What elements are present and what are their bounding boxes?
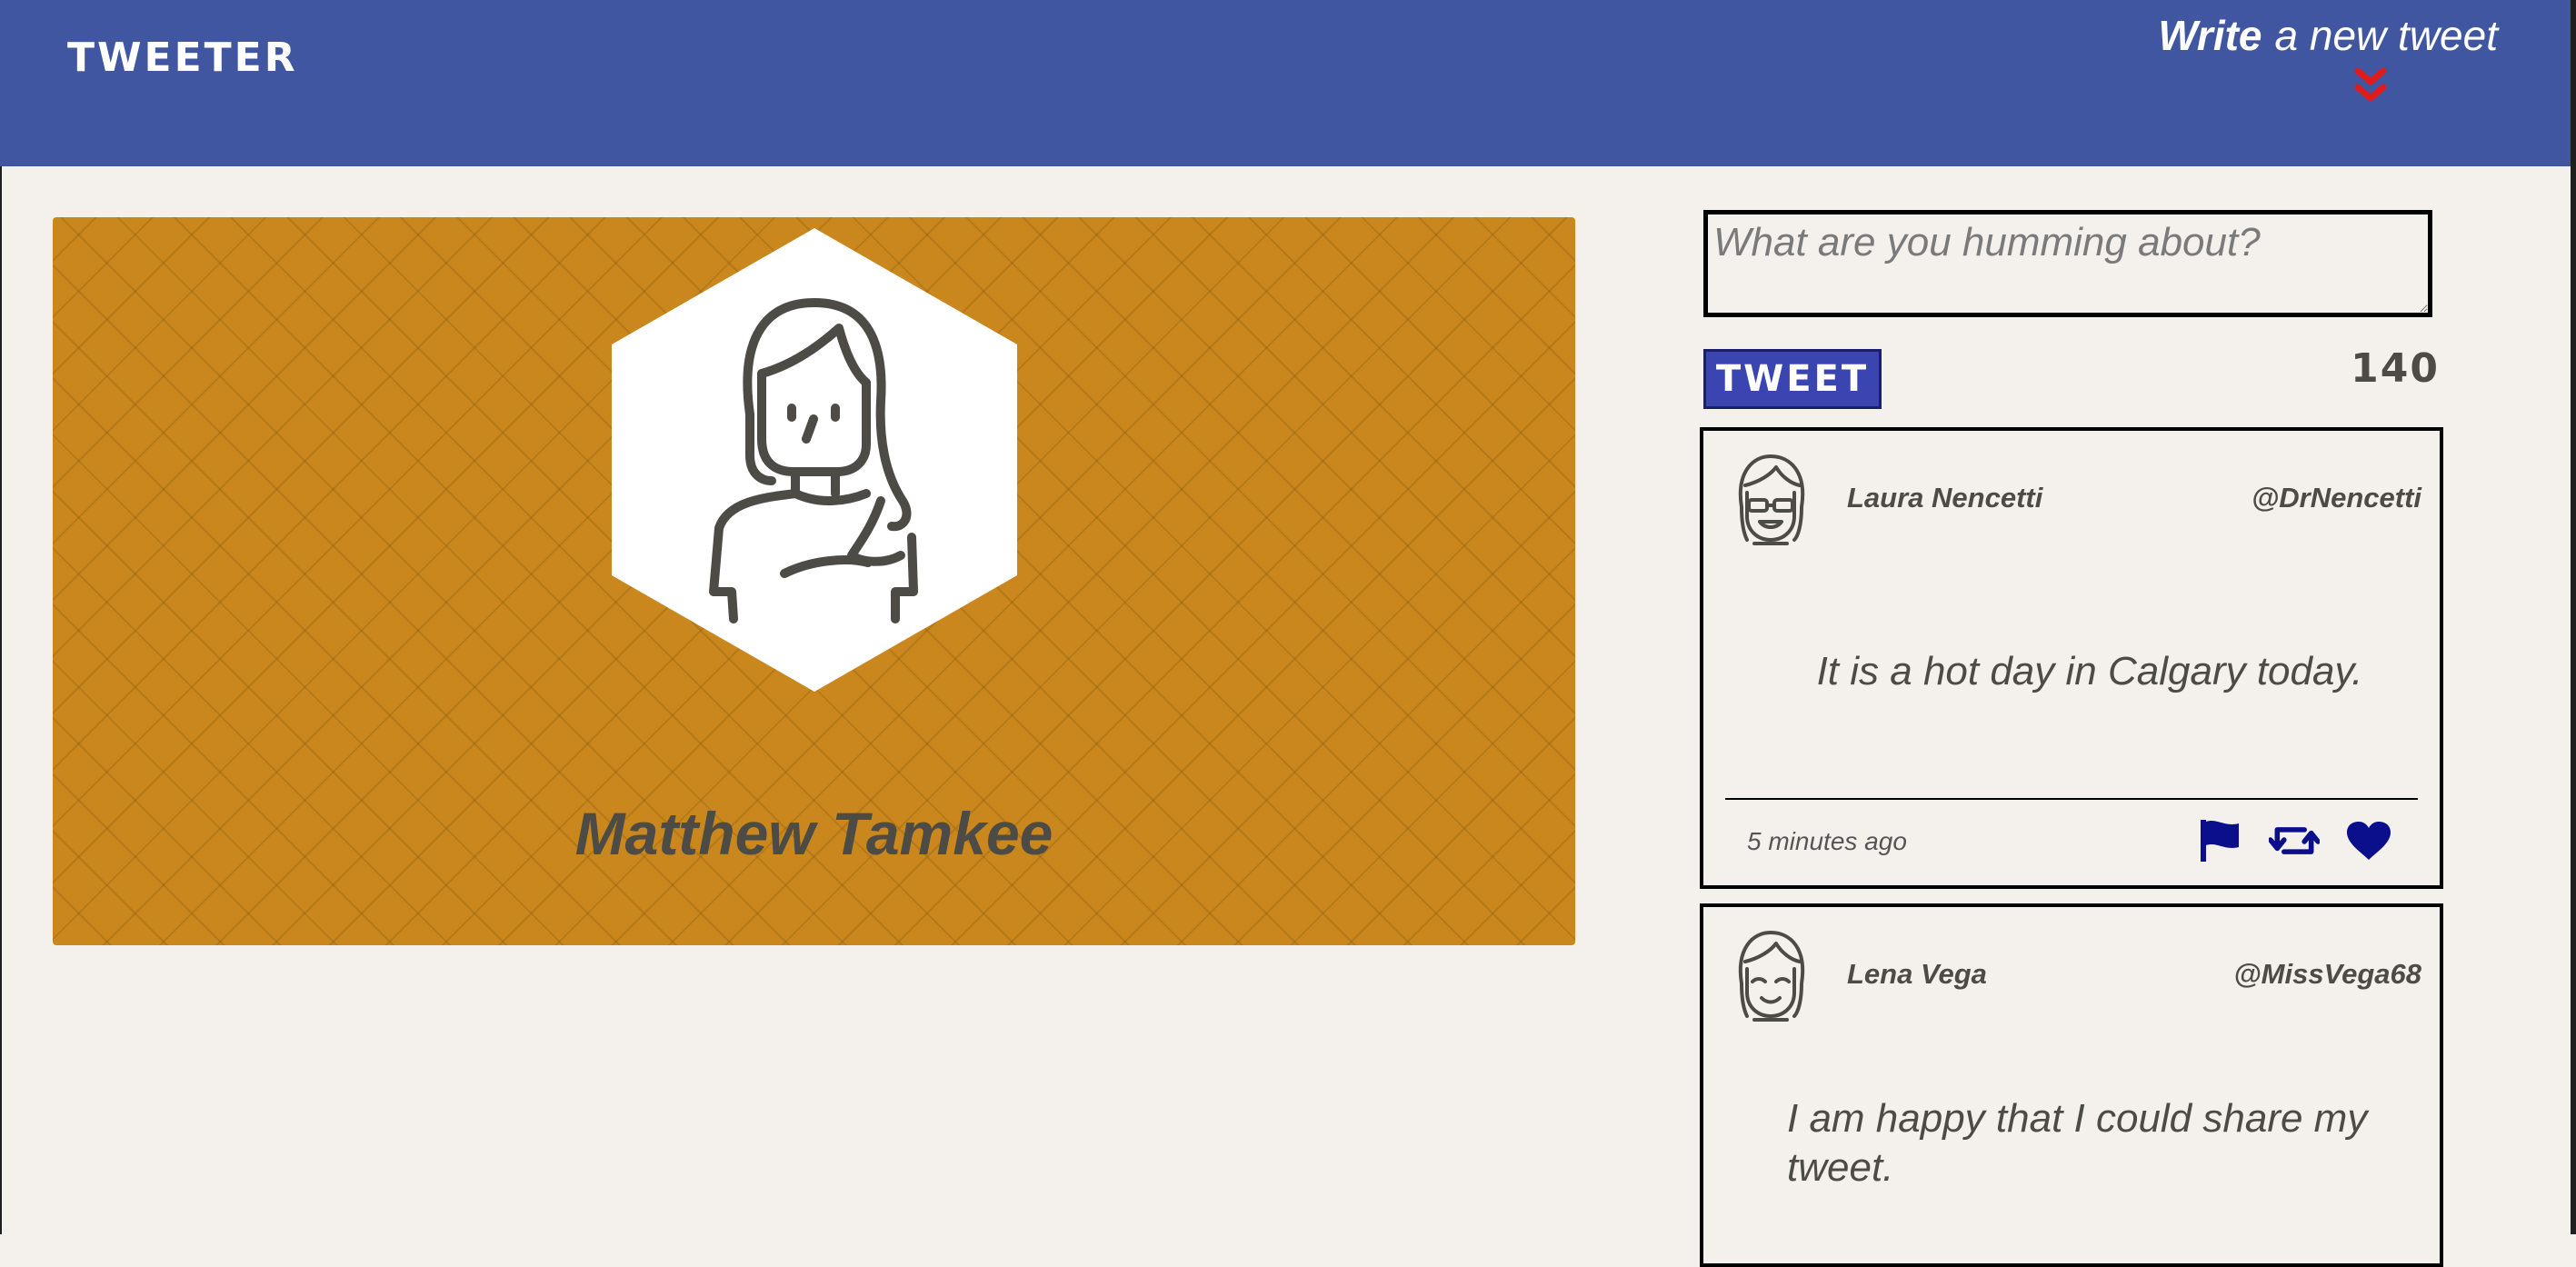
flag-icon[interactable] — [2194, 817, 2245, 864]
girl-with-glasses-avatar-icon — [1738, 454, 1805, 545]
tweet-author: Laura Nencetti — [1847, 482, 2043, 514]
write-new-tweet-toggle[interactable]: Write a new tweet — [2116, 7, 2498, 107]
smiling-girl-avatar-icon — [1738, 931, 1805, 1022]
compose-toggle-label: Write a new tweet — [2158, 7, 2498, 64]
tweet-card: Laura Nencetti @DrNencetti It is a hot d… — [1700, 427, 2443, 889]
character-counter: 140 — [2351, 345, 2440, 392]
window-left-border — [0, 166, 2, 1234]
tweet-author: Lena Vega — [1847, 958, 1987, 990]
tweet-compose-input[interactable] — [1703, 210, 2432, 317]
window-right-border — [2571, 0, 2576, 1234]
tweet-actions — [2194, 816, 2394, 865]
profile-card: Matthew Tamkee — [53, 217, 1575, 945]
tweet-text: I am happy that I could share my tweet. — [1787, 1096, 2368, 1190]
heart-icon[interactable] — [2343, 817, 2394, 864]
tweet-divider — [1725, 798, 2418, 800]
tweet-handle[interactable]: @MissVega68 — [2233, 958, 2421, 991]
compose-toggle-bold: Write — [2158, 12, 2262, 59]
profile-name: Matthew Tamkee — [574, 800, 1053, 867]
tweet-submit-button[interactable]: TWEET — [1703, 349, 1882, 409]
retweet-icon[interactable] — [2269, 817, 2320, 864]
brand-logo[interactable]: TWEETER — [67, 35, 298, 82]
compose-toggle-rest: a new tweet — [2274, 12, 2498, 59]
top-navbar: TWEETER Write a new tweet — [0, 0, 2571, 166]
woman-avatar-icon — [612, 228, 1017, 692]
tweet-card: Lena Vega @MissVega68 I am happy that I … — [1700, 903, 2443, 1267]
double-chevron-down-icon[interactable] — [2354, 65, 2387, 105]
tweet-text: It is a hot day in Calgary today. — [1816, 649, 2363, 693]
tweet-timestamp: 5 minutes ago — [1747, 827, 1907, 855]
tweet-handle[interactable]: @DrNencetti — [2252, 482, 2421, 514]
